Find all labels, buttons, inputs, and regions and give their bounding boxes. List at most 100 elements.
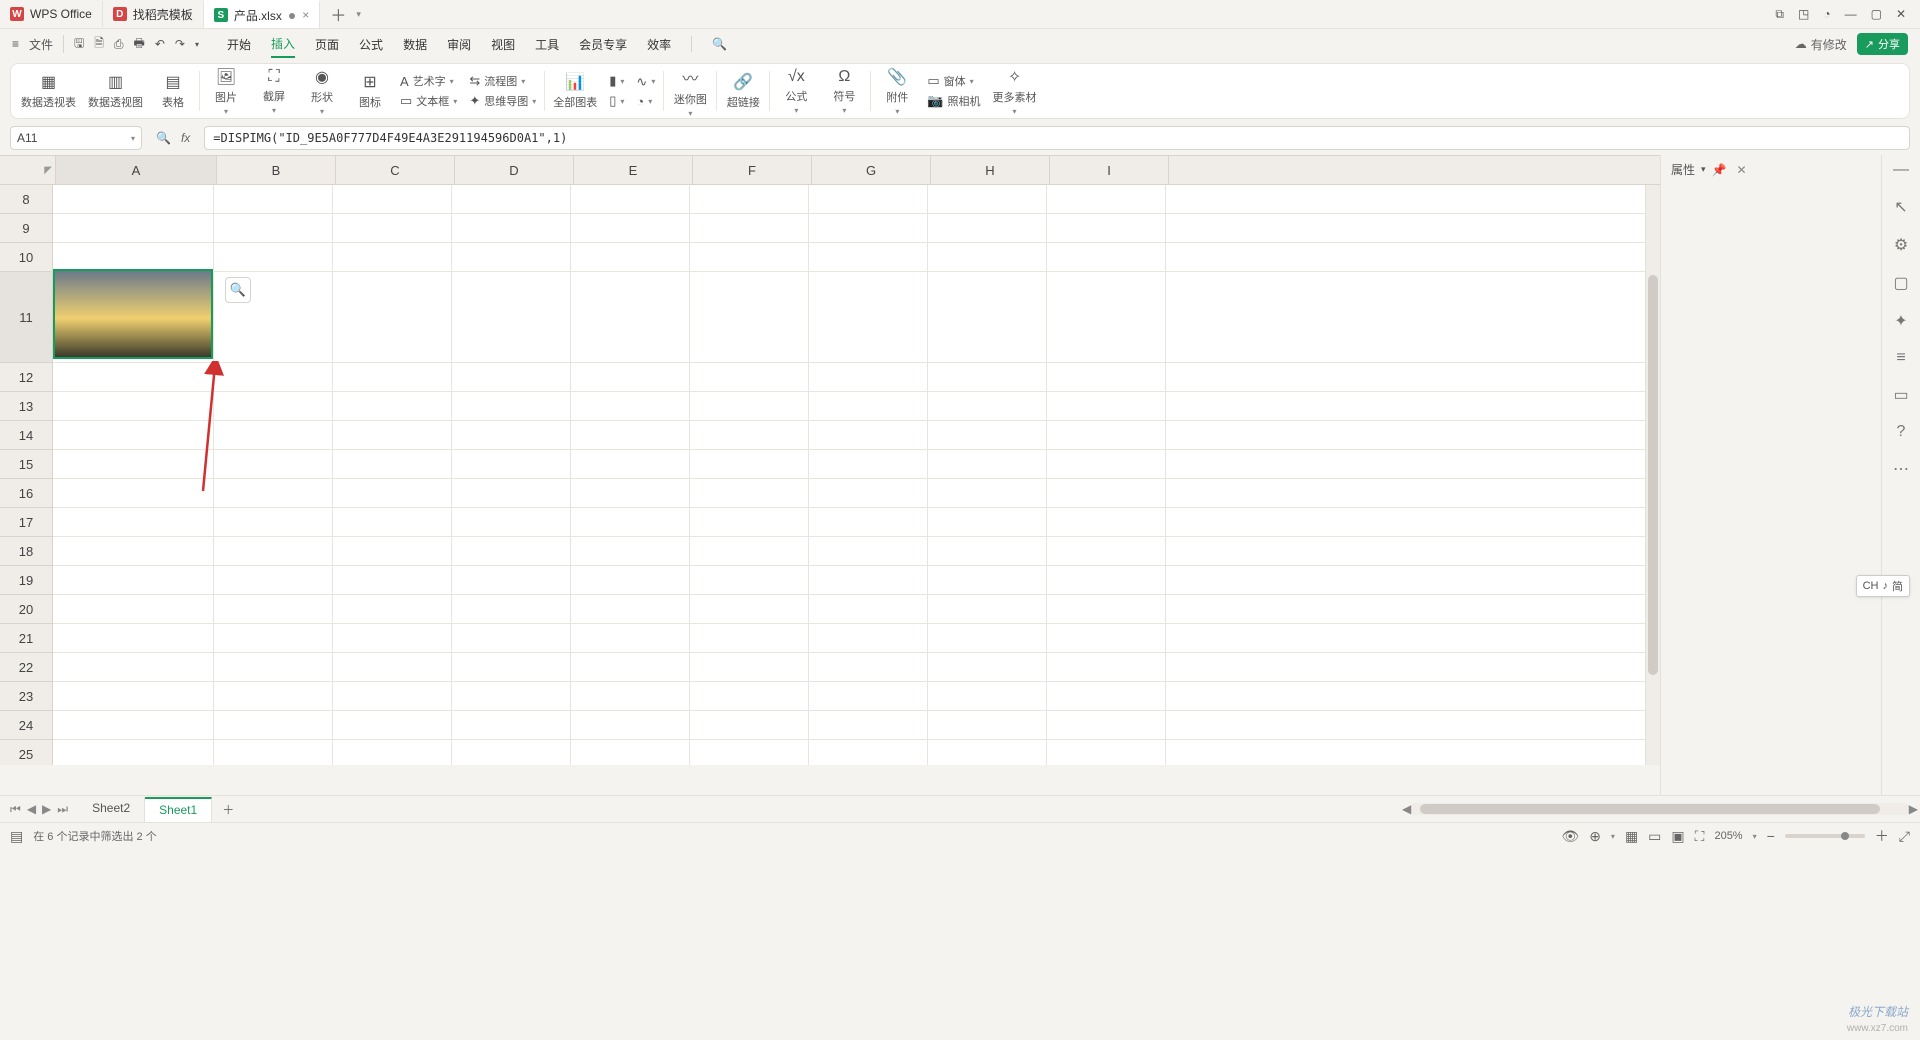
print-icon[interactable]: ⎙	[114, 37, 124, 52]
sheet-tab-sheet1[interactable]: Sheet1	[145, 797, 212, 822]
chart-type3-button[interactable]: ∿▾	[636, 74, 655, 90]
zoom-slider[interactable]	[1785, 834, 1865, 838]
sheet-tab-sheet2[interactable]: Sheet2	[78, 797, 145, 822]
close-icon[interactable]: ×	[302, 8, 309, 22]
scroll-right-icon[interactable]: ▶	[1909, 802, 1918, 816]
pivot-table-button[interactable]: ▦数据透视表	[21, 72, 76, 110]
redo-icon[interactable]: ↷	[175, 37, 185, 51]
minimize-icon[interactable]: —	[1845, 7, 1857, 21]
row-22[interactable]: 22	[0, 653, 52, 682]
grid-body[interactable]: 8 9 10 11 12 13 14 15 16 17 18 19 20 21 …	[0, 185, 1660, 765]
tab-start[interactable]: 开始	[227, 36, 251, 53]
view-page-icon[interactable]: ▭	[1648, 828, 1661, 845]
cube-icon[interactable]: ◳	[1798, 7, 1809, 21]
vertical-scrollbar[interactable]	[1645, 185, 1660, 765]
menu-icon[interactable]: ≡	[12, 37, 19, 51]
row-25[interactable]: 25	[0, 740, 52, 765]
row-18[interactable]: 18	[0, 537, 52, 566]
chevron-down-icon[interactable]: ▾	[1701, 164, 1706, 175]
chart-type4-button[interactable]: ◔▾	[636, 94, 655, 109]
chevron-down-icon[interactable]: ▾	[131, 134, 135, 143]
style-icon[interactable]: ✦	[1894, 311, 1907, 331]
export-icon[interactable]: 🗎	[94, 34, 104, 55]
fx-search-icon[interactable]: 🔍	[156, 131, 171, 145]
last-sheet-icon[interactable]: ⏭	[57, 802, 68, 817]
prev-sheet-icon[interactable]: ◀	[27, 802, 36, 817]
scroll-left-icon[interactable]: ◀	[1402, 802, 1411, 816]
qa-more-icon[interactable]: ▾	[195, 40, 199, 49]
row-10[interactable]: 10	[0, 243, 52, 272]
col-A[interactable]: A	[56, 156, 217, 184]
share-button[interactable]: ↗ 分享	[1857, 33, 1908, 55]
row-19[interactable]: 19	[0, 566, 52, 595]
tab-wps-office[interactable]: W WPS Office	[0, 1, 103, 27]
horizontal-scrollbar[interactable]: ◀ ▶	[1410, 803, 1910, 815]
close-panel-icon[interactable]: ✕	[1737, 163, 1747, 177]
chevron-down-icon[interactable]: ▾	[356, 9, 361, 20]
row-16[interactable]: 16	[0, 479, 52, 508]
tab-formula[interactable]: 公式	[359, 36, 383, 53]
selected-cell-A11[interactable]	[53, 269, 213, 359]
equation-button[interactable]: √x公式▾	[778, 68, 814, 115]
wordart-button[interactable]: A艺术字▾	[400, 73, 457, 89]
col-F[interactable]: F	[693, 156, 812, 184]
h-scroll-thumb[interactable]	[1420, 804, 1880, 814]
image-zoom-button[interactable]: 🔍	[225, 277, 251, 303]
view-reading-icon[interactable]: ▣	[1671, 828, 1684, 845]
tab-efficiency[interactable]: 效率	[647, 36, 671, 53]
row-24[interactable]: 24	[0, 711, 52, 740]
cells[interactable]: 🔍	[53, 185, 1645, 765]
more-assets-button[interactable]: ✧更多素材▾	[993, 67, 1037, 116]
help-icon[interactable]: ?	[1897, 423, 1906, 441]
file-menu[interactable]: 文件	[29, 36, 53, 53]
attachment-button[interactable]: 📎附件▾	[879, 67, 915, 116]
chart-type1-button[interactable]: ▮▾	[609, 73, 624, 89]
row-12[interactable]: 12	[0, 363, 52, 392]
save-icon[interactable]: 🖫	[74, 34, 84, 55]
fit-icon[interactable]: ⤢	[1899, 828, 1910, 845]
search-icon[interactable]: 🔍	[712, 37, 727, 51]
tab-data[interactable]: 数据	[403, 36, 427, 53]
tab-view[interactable]: 视图	[491, 36, 515, 53]
slide-icon[interactable]: ▭	[1893, 385, 1908, 405]
picture-button[interactable]: 🖼图片▾	[208, 67, 244, 116]
row-15[interactable]: 15	[0, 450, 52, 479]
unsaved-indicator[interactable]: ☁ 有修改	[1795, 36, 1847, 53]
chart-type2-button[interactable]: ▯▾	[609, 93, 624, 109]
col-I[interactable]: I	[1050, 156, 1169, 184]
maximize-icon[interactable]: ▢	[1871, 7, 1882, 21]
view-normal-icon[interactable]: ▦	[1625, 828, 1638, 845]
col-D[interactable]: D	[455, 156, 574, 184]
row-8[interactable]: 8	[0, 185, 52, 214]
col-G[interactable]: G	[812, 156, 931, 184]
col-E[interactable]: E	[574, 156, 693, 184]
first-sheet-icon[interactable]: ⏮	[10, 802, 21, 817]
undo-icon[interactable]: ↶	[155, 37, 165, 51]
row-23[interactable]: 23	[0, 682, 52, 711]
tab-page[interactable]: 页面	[315, 36, 339, 53]
cursor-icon[interactable]: ↖	[1894, 197, 1907, 217]
next-sheet-icon[interactable]: ▶	[42, 802, 51, 817]
row-20[interactable]: 20	[0, 595, 52, 624]
settings-icon[interactable]: ⚙	[1894, 235, 1908, 255]
icon-button[interactable]: ⊞图标	[352, 72, 388, 110]
restore-icon[interactable]: ⧉	[1775, 7, 1784, 22]
add-sheet-button[interactable]: ＋	[212, 797, 244, 822]
symbol-button[interactable]: Ω符号▾	[826, 68, 862, 115]
row-9[interactable]: 9	[0, 214, 52, 243]
tab-member[interactable]: 会员专享	[579, 36, 627, 53]
col-C[interactable]: C	[336, 156, 455, 184]
zoom-in-icon[interactable]: ＋	[1875, 826, 1889, 846]
all-charts-button[interactable]: 📊全部图表	[553, 72, 597, 110]
table-button[interactable]: ▤表格	[155, 72, 191, 110]
shape-button[interactable]: ◉形状▾	[304, 67, 340, 116]
row-14[interactable]: 14	[0, 421, 52, 450]
row-17[interactable]: 17	[0, 508, 52, 537]
focus-icon[interactable]: ⊕	[1589, 828, 1601, 845]
eye-icon[interactable]: 👁	[1561, 828, 1579, 845]
name-box[interactable]: A11 ▾	[10, 126, 142, 150]
ime-indicator[interactable]: CH ♪ 简	[1856, 575, 1910, 597]
v-scroll-thumb[interactable]	[1648, 275, 1658, 675]
status-menu-icon[interactable]: ▤	[10, 828, 23, 845]
form-button[interactable]: ▭窗体▾	[927, 73, 980, 89]
